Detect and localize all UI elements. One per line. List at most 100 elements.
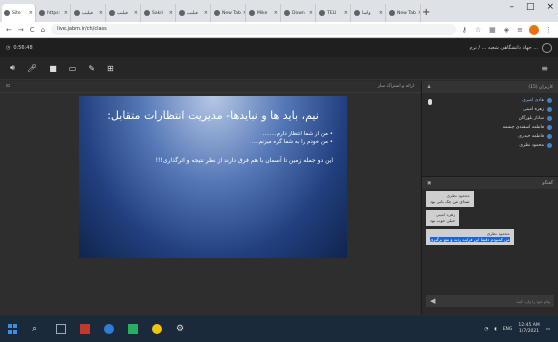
chat-input-placeholder: پیام خود را وارد کنید bbox=[516, 298, 550, 304]
user-icon bbox=[547, 125, 552, 130]
session-timer: ◷ 0:56:48 bbox=[6, 45, 33, 51]
settings-icon[interactable]: ⚙ bbox=[176, 324, 186, 334]
browser-tab[interactable]: Mike × bbox=[247, 4, 281, 22]
puzzle-icon[interactable]: ◈ bbox=[504, 26, 509, 34]
close-icon[interactable]: × bbox=[169, 10, 173, 16]
menu-icon[interactable]: ⋮ bbox=[545, 26, 552, 34]
close-icon[interactable]: × bbox=[379, 10, 383, 16]
clock[interactable]: 12:45 AM 1/7/2021 bbox=[518, 323, 539, 335]
app-header: ◷ 0:56:48 جهاد دانشگاهی شعبه ... / ترم .… bbox=[0, 39, 558, 57]
users-panel: ♟ کاربران (15) هادی امیری زهره امینی سان… bbox=[422, 81, 558, 177]
chat-messages: محمود نظری صدای من چک بانی بود زهره امین… bbox=[426, 191, 554, 293]
close-icon[interactable]: × bbox=[29, 10, 33, 16]
tab-favicon-icon bbox=[4, 10, 10, 16]
windows-start-icon[interactable] bbox=[8, 324, 18, 334]
chat-input[interactable]: ◀ پیام خود را وارد کنید bbox=[426, 295, 554, 307]
speaker-icon[interactable]: 🔊︎ bbox=[10, 63, 15, 73]
user-icon bbox=[547, 134, 552, 139]
screen: Site × https: × فیلیپ × فیلیپ × Sakri × فیلیپ… bbox=[0, 0, 558, 342]
close-icon[interactable]: × bbox=[64, 10, 68, 16]
user-row[interactable]: محمود نظری bbox=[422, 141, 552, 150]
app-title: جهاد دانشگاهی شعبه ... / ترم ... bbox=[470, 43, 552, 53]
browser-tab[interactable]: فیلیپ × bbox=[177, 4, 211, 22]
camera-icon[interactable]: ■ bbox=[49, 64, 57, 73]
user-row[interactable]: هادی امیری bbox=[422, 96, 552, 105]
key-icon[interactable]: ⚷ bbox=[462, 26, 467, 34]
user-icon bbox=[547, 98, 552, 103]
presentation-header: ⊡ ارائه و اشتراک ساز bbox=[0, 81, 420, 93]
browser-tab[interactable]: https: × bbox=[37, 4, 71, 22]
close-icon[interactable]: × bbox=[243, 10, 245, 16]
tab-favicon-icon bbox=[284, 10, 290, 16]
presentation-panel: ⊡ ارائه و اشتراک ساز نیم، باید ها و نبای… bbox=[0, 81, 420, 315]
home-icon[interactable]: ⌂ bbox=[41, 26, 45, 34]
browser-tab[interactable]: Site × bbox=[2, 4, 36, 22]
extension-icon[interactable]: ▦ bbox=[489, 26, 496, 34]
back-icon[interactable]: ← bbox=[6, 26, 12, 34]
send-icon[interactable]: ◀ bbox=[430, 297, 435, 305]
tab-favicon-icon bbox=[74, 10, 80, 16]
reload-icon[interactable]: C bbox=[30, 26, 35, 34]
volume-icon[interactable]: ◖ bbox=[494, 327, 496, 332]
extension-icons: ⚷ ☆ ▦ ◈ ≡ bbox=[462, 26, 523, 34]
app-toolbar: 🔊︎ 🎤︎ ■ ▭ ✎ ⊞ ≡ bbox=[0, 57, 558, 80]
app-icon[interactable] bbox=[80, 324, 90, 334]
search-icon[interactable]: ⌕ bbox=[32, 324, 42, 334]
hamburger-menu-icon[interactable]: ≡ bbox=[541, 64, 548, 73]
minimize-icon[interactable]: – bbox=[509, 2, 514, 12]
url-input[interactable]: live.jabm.ir/ch/class bbox=[51, 24, 456, 35]
browser-tab[interactable]: فیلیپ × bbox=[107, 4, 141, 22]
language-indicator[interactable]: ENG bbox=[503, 327, 513, 332]
logo-icon bbox=[542, 43, 552, 53]
screen-share-icon[interactable]: ▭ bbox=[69, 64, 77, 73]
settings-icon[interactable]: ≡ bbox=[517, 26, 523, 34]
maximize-icon[interactable]: □ bbox=[526, 2, 535, 12]
browser-tab[interactable]: New Tab× bbox=[387, 4, 421, 22]
new-tab-button[interactable]: + bbox=[422, 4, 432, 22]
close-icon[interactable]: × bbox=[204, 10, 208, 16]
close-window-icon[interactable]: × bbox=[546, 2, 554, 12]
slide-bullet: من از شما انتظار دارم........ bbox=[93, 130, 333, 138]
taskbar: ⌕ ⚙ ◔ ◖ ENG 12:45 AM 1/7/2021 ▭ bbox=[0, 316, 558, 342]
microphone-icon bbox=[428, 99, 432, 105]
user-icon bbox=[547, 143, 552, 148]
address-bar: ← → C ⌂ live.jabm.ir/ch/class ⚷ ☆ ▦ ◈ ≡ … bbox=[0, 22, 558, 38]
pen-icon[interactable]: ✎ bbox=[88, 64, 95, 73]
tab-favicon-icon bbox=[179, 10, 185, 16]
user-row[interactable]: ساناز بلورگان bbox=[422, 114, 552, 123]
edge-icon[interactable] bbox=[104, 324, 114, 334]
store-icon[interactable] bbox=[128, 324, 138, 334]
close-icon[interactable]: × bbox=[274, 10, 278, 16]
fullscreen-icon[interactable]: ⊡ bbox=[6, 84, 10, 89]
user-row[interactable]: فاطمه حیدری bbox=[422, 132, 552, 141]
wifi-icon[interactable]: ◔ bbox=[484, 327, 488, 332]
browser-tab[interactable]: Sakri × bbox=[142, 4, 176, 22]
browser-tab[interactable]: فیلیپ × bbox=[72, 4, 106, 22]
close-icon[interactable]: × bbox=[99, 10, 103, 16]
profile-avatar[interactable] bbox=[529, 24, 539, 35]
browser-tab[interactable]: Down × bbox=[282, 4, 316, 22]
close-icon[interactable]: × bbox=[309, 10, 313, 16]
forward-icon[interactable]: → bbox=[18, 26, 24, 34]
chat-message: زهره امینی خیلی خوب بود bbox=[426, 210, 460, 226]
close-icon[interactable]: × bbox=[418, 10, 420, 16]
add-icon[interactable]: ⊞ bbox=[107, 64, 114, 73]
chrome-icon[interactable] bbox=[152, 324, 162, 334]
user-row[interactable]: فاطمه اسفندی چشمه bbox=[422, 123, 552, 132]
task-view-icon[interactable] bbox=[56, 324, 66, 334]
user-icon bbox=[547, 116, 552, 121]
browser-tab[interactable]: TELI × bbox=[317, 4, 351, 22]
chat-message: محمود نظری صدای من چک بانی بود bbox=[426, 191, 474, 207]
notification-icon[interactable]: ▭ bbox=[546, 327, 550, 332]
browser-tab[interactable]: New Tab× bbox=[212, 4, 246, 22]
users-icon: ♟ bbox=[427, 84, 432, 90]
close-icon[interactable]: × bbox=[134, 10, 138, 16]
microphone-icon[interactable]: 🎤︎ bbox=[27, 64, 37, 73]
tab-favicon-icon bbox=[144, 10, 150, 16]
window-controls: – □ × bbox=[509, 2, 554, 12]
star-icon[interactable]: ☆ bbox=[475, 26, 481, 34]
user-row[interactable]: زهره امینی bbox=[422, 105, 552, 114]
close-icon[interactable]: × bbox=[344, 10, 348, 16]
browser-tab[interactable]: واسا × bbox=[352, 4, 386, 22]
chat-panel: ▣ گفتگو محمود نظری صدای من چک بانی بود ز… bbox=[422, 177, 558, 315]
